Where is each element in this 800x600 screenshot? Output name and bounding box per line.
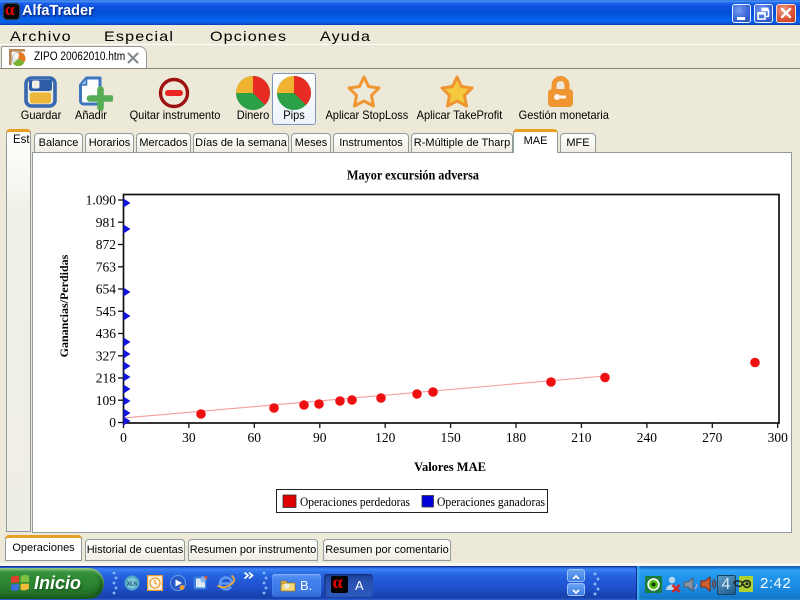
svg-text:Ganancias/Perdidas: Ganancias/Perdidas	[57, 254, 71, 357]
svg-text:60: 60	[248, 430, 262, 445]
svg-text:Valores MAE: Valores MAE	[414, 460, 486, 474]
svg-text:763: 763	[96, 259, 117, 274]
svg-text:XLS: XLS	[127, 582, 138, 588]
svg-text:300: 300	[768, 430, 789, 445]
svg-text:210: 210	[571, 430, 592, 445]
svg-text:Operaciones perdedoras: Operaciones perdedoras	[300, 495, 410, 509]
svg-text:0: 0	[120, 430, 127, 445]
svg-text:218: 218	[96, 371, 117, 386]
svg-text:872: 872	[96, 237, 116, 252]
svg-text:30: 30	[182, 430, 196, 445]
svg-text:90: 90	[313, 430, 327, 445]
svg-text:270: 270	[702, 430, 723, 445]
svg-text:1.090: 1.090	[86, 193, 117, 208]
svg-text:0: 0	[109, 415, 116, 430]
svg-text:240: 240	[637, 430, 658, 445]
svg-text:327: 327	[96, 348, 117, 363]
svg-text:Operaciones ganadoras: Operaciones ganadoras	[437, 495, 545, 509]
svg-text:120: 120	[375, 430, 396, 445]
svg-text:109: 109	[96, 393, 117, 408]
svg-text:545: 545	[96, 304, 117, 319]
svg-text:981: 981	[96, 215, 116, 230]
svg-text:436: 436	[96, 326, 117, 341]
svg-text:150: 150	[440, 430, 461, 445]
svg-text:654: 654	[96, 282, 117, 297]
svg-text:180: 180	[506, 430, 527, 445]
svg-text:Mayor excursión adversa: Mayor excursión adversa	[347, 168, 479, 183]
